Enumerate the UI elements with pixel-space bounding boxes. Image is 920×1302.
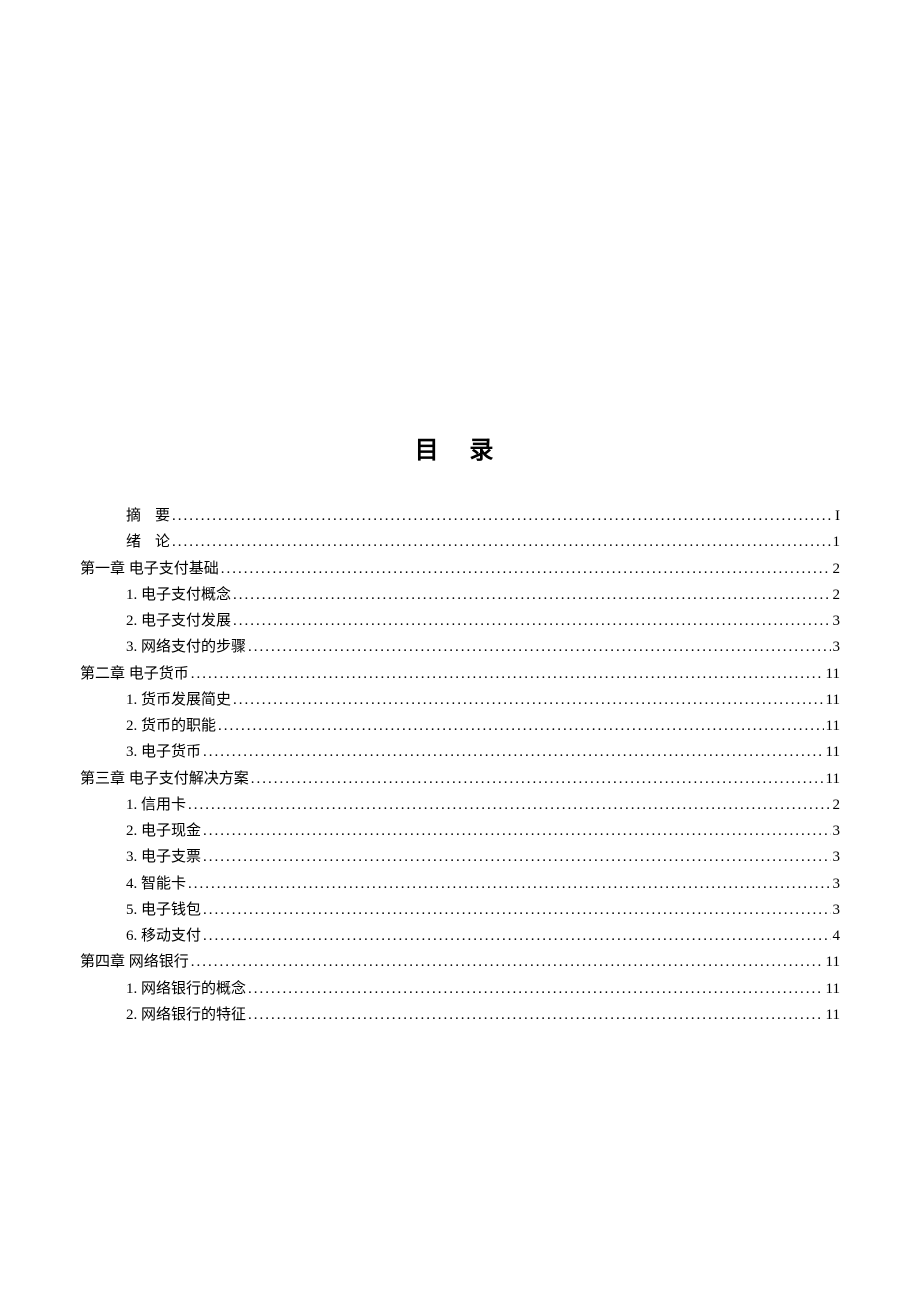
toc-entry-label: 第三章 电子支付解决方案 <box>80 766 249 792</box>
toc-entry-label: 1. 电子支付概念 <box>126 582 231 608</box>
toc-entry: 第一章 电子支付基础 2 <box>80 556 840 582</box>
toc-leader-dots <box>221 556 831 582</box>
toc-leader-dots <box>188 792 830 818</box>
toc-entry-page: 1 <box>833 529 841 555</box>
toc-entry: 2. 货币的职能 11 <box>80 713 840 739</box>
toc-entry-page: 3 <box>833 844 841 870</box>
toc-entry: 第四章 网络银行 11 <box>80 949 840 975</box>
toc-list: 摘要I绪论1第一章 电子支付基础21. 电子支付概念22. 电子支付发展33. … <box>80 503 840 1028</box>
toc-entry: 摘要 I <box>80 503 840 529</box>
toc-entry-label: 5. 电子钱包 <box>126 897 201 923</box>
toc-entry-label: 第四章 网络银行 <box>80 949 189 975</box>
toc-entry: 1. 信用卡 2 <box>80 792 840 818</box>
toc-leader-dots <box>188 871 830 897</box>
toc-entry-page: 11 <box>826 766 840 792</box>
toc-entry: 第二章 电子货币 11 <box>80 661 840 687</box>
toc-leader-dots <box>233 608 830 634</box>
toc-entry: 6. 移动支付 4 <box>80 923 840 949</box>
toc-title: 目 录 <box>80 430 840 465</box>
toc-entry-page: 3 <box>833 818 841 844</box>
toc-entry: 1. 电子支付概念 2 <box>80 582 840 608</box>
toc-entry: 2. 电子支付发展 3 <box>80 608 840 634</box>
document-page: 目 录 摘要I绪论1第一章 电子支付基础21. 电子支付概念22. 电子支付发展… <box>0 0 920 1028</box>
toc-entry-label: 1. 货币发展简史 <box>126 687 231 713</box>
toc-entry: 2. 网络银行的特征 11 <box>80 1002 840 1028</box>
toc-leader-dots <box>248 1002 824 1028</box>
toc-entry-label: 3. 网络支付的步骤 <box>126 634 246 660</box>
toc-entry: 3. 网络支付的步骤 3 <box>80 634 840 660</box>
toc-entry-page: 11 <box>826 949 840 975</box>
toc-entry-label: 3. 电子支票 <box>126 844 201 870</box>
toc-entry-label: 摘要 <box>126 503 170 529</box>
toc-leader-dots <box>233 582 830 608</box>
toc-entry-label: 1. 网络银行的概念 <box>126 976 246 1002</box>
toc-entry-page: 11 <box>826 713 840 739</box>
toc-entry-label: 3. 电子货币 <box>126 739 201 765</box>
toc-leader-dots <box>251 766 824 792</box>
toc-entry-label: 4. 智能卡 <box>126 871 186 897</box>
toc-entry-page: 11 <box>826 739 840 765</box>
toc-entry: 第三章 电子支付解决方案 11 <box>80 766 840 792</box>
toc-entry-label: 2. 电子支付发展 <box>126 608 231 634</box>
toc-entry: 2. 电子现金 3 <box>80 818 840 844</box>
toc-leader-dots <box>172 529 830 555</box>
toc-leader-dots <box>203 923 830 949</box>
toc-entry: 5. 电子钱包 3 <box>80 897 840 923</box>
toc-leader-dots <box>203 739 824 765</box>
toc-entry-label: 2. 货币的职能 <box>126 713 216 739</box>
toc-label-char: 摘 <box>126 508 141 524</box>
toc-entry: 3. 电子货币 11 <box>80 739 840 765</box>
toc-leader-dots <box>191 949 824 975</box>
toc-entry-page: 2 <box>833 582 841 608</box>
toc-leader-dots <box>203 897 830 923</box>
toc-entry-page: 2 <box>833 792 841 818</box>
toc-leader-dots <box>248 976 824 1002</box>
toc-entry-label: 第二章 电子货币 <box>80 661 189 687</box>
toc-entry-page: 11 <box>826 976 840 1002</box>
toc-entry-page: 11 <box>826 687 840 713</box>
toc-leader-dots <box>248 634 830 660</box>
toc-entry-page: 2 <box>833 556 841 582</box>
toc-entry-label: 绪论 <box>126 529 170 555</box>
toc-entry-page: 3 <box>833 897 841 923</box>
toc-entry: 1. 网络银行的概念 11 <box>80 976 840 1002</box>
toc-entry-page: I <box>835 503 840 529</box>
toc-entry-page: 3 <box>833 871 841 897</box>
toc-entry-page: 3 <box>833 608 841 634</box>
toc-entry-label: 2. 网络银行的特征 <box>126 1002 246 1028</box>
toc-entry-page: 3 <box>833 634 841 660</box>
toc-entry: 绪论 1 <box>80 529 840 555</box>
toc-label-char: 要 <box>155 508 170 524</box>
toc-leader-dots <box>203 818 830 844</box>
toc-leader-dots <box>191 661 824 687</box>
toc-entry-label: 1. 信用卡 <box>126 792 186 818</box>
toc-entry-label: 第一章 电子支付基础 <box>80 556 219 582</box>
toc-entry: 4. 智能卡 3 <box>80 871 840 897</box>
toc-label-char: 绪 <box>126 534 141 550</box>
toc-leader-dots <box>218 713 824 739</box>
toc-leader-dots <box>203 844 830 870</box>
toc-entry-label: 6. 移动支付 <box>126 923 201 949</box>
toc-leader-dots <box>172 503 833 529</box>
toc-entry: 3. 电子支票 3 <box>80 844 840 870</box>
toc-entry-page: 4 <box>833 923 841 949</box>
toc-label-char: 论 <box>155 534 170 550</box>
toc-entry-page: 11 <box>826 661 840 687</box>
toc-entry-page: 11 <box>826 1002 840 1028</box>
toc-leader-dots <box>233 687 824 713</box>
toc-entry: 1. 货币发展简史 11 <box>80 687 840 713</box>
toc-entry-label: 2. 电子现金 <box>126 818 201 844</box>
